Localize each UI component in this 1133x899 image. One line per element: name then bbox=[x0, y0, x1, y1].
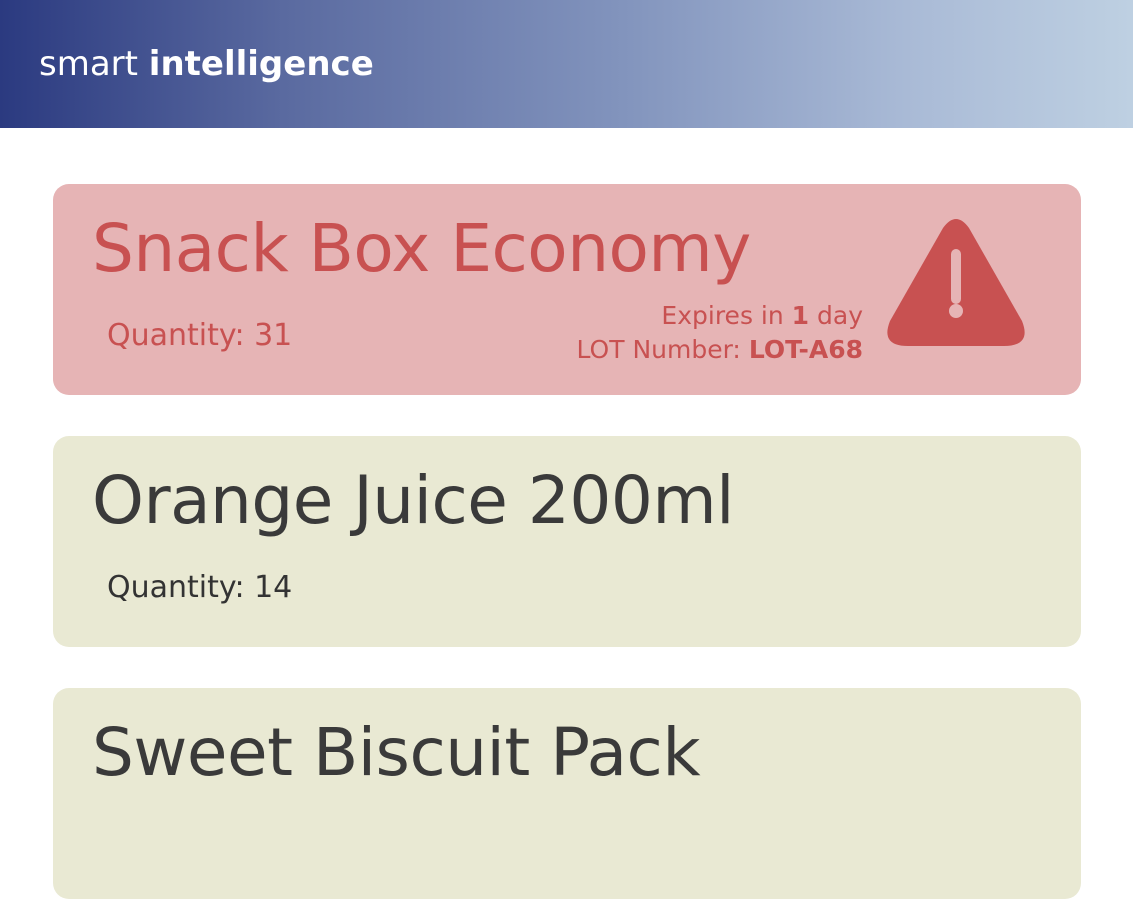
app-header: smart intelligence bbox=[0, 0, 1133, 128]
item-name: Orange Juice 200ml bbox=[92, 462, 734, 539]
item-quantity: Quantity: 31 bbox=[107, 318, 293, 353]
brand-bold-text: intelligence bbox=[148, 44, 374, 84]
warning-icon bbox=[887, 219, 1025, 346]
expiry-line: Expires in 1 day bbox=[577, 299, 863, 333]
item-name: Snack Box Economy bbox=[92, 210, 751, 287]
expiry-value: 1 bbox=[791, 301, 810, 330]
item-card[interactable]: Sweet Biscuit Pack bbox=[53, 688, 1081, 899]
item-name: Sweet Biscuit Pack bbox=[92, 714, 701, 791]
item-quantity: Quantity: 14 bbox=[107, 570, 293, 605]
item-expiry-info: Expires in 1 day LOT Number: LOT-A68 bbox=[577, 299, 863, 367]
expiry-suffix: day bbox=[817, 301, 863, 330]
brand-light-text: smart bbox=[39, 44, 138, 84]
lot-label: LOT Number: bbox=[576, 335, 741, 364]
brand-logo: smart intelligence bbox=[39, 44, 374, 84]
expiry-prefix: Expires in bbox=[661, 301, 784, 330]
lot-line: LOT Number: LOT-A68 bbox=[577, 333, 863, 367]
item-card-alert[interactable]: Snack Box Economy Quantity: 31 Expires i… bbox=[53, 184, 1081, 395]
lot-value: LOT-A68 bbox=[748, 335, 863, 364]
item-card[interactable]: Orange Juice 200ml Quantity: 14 bbox=[53, 436, 1081, 647]
